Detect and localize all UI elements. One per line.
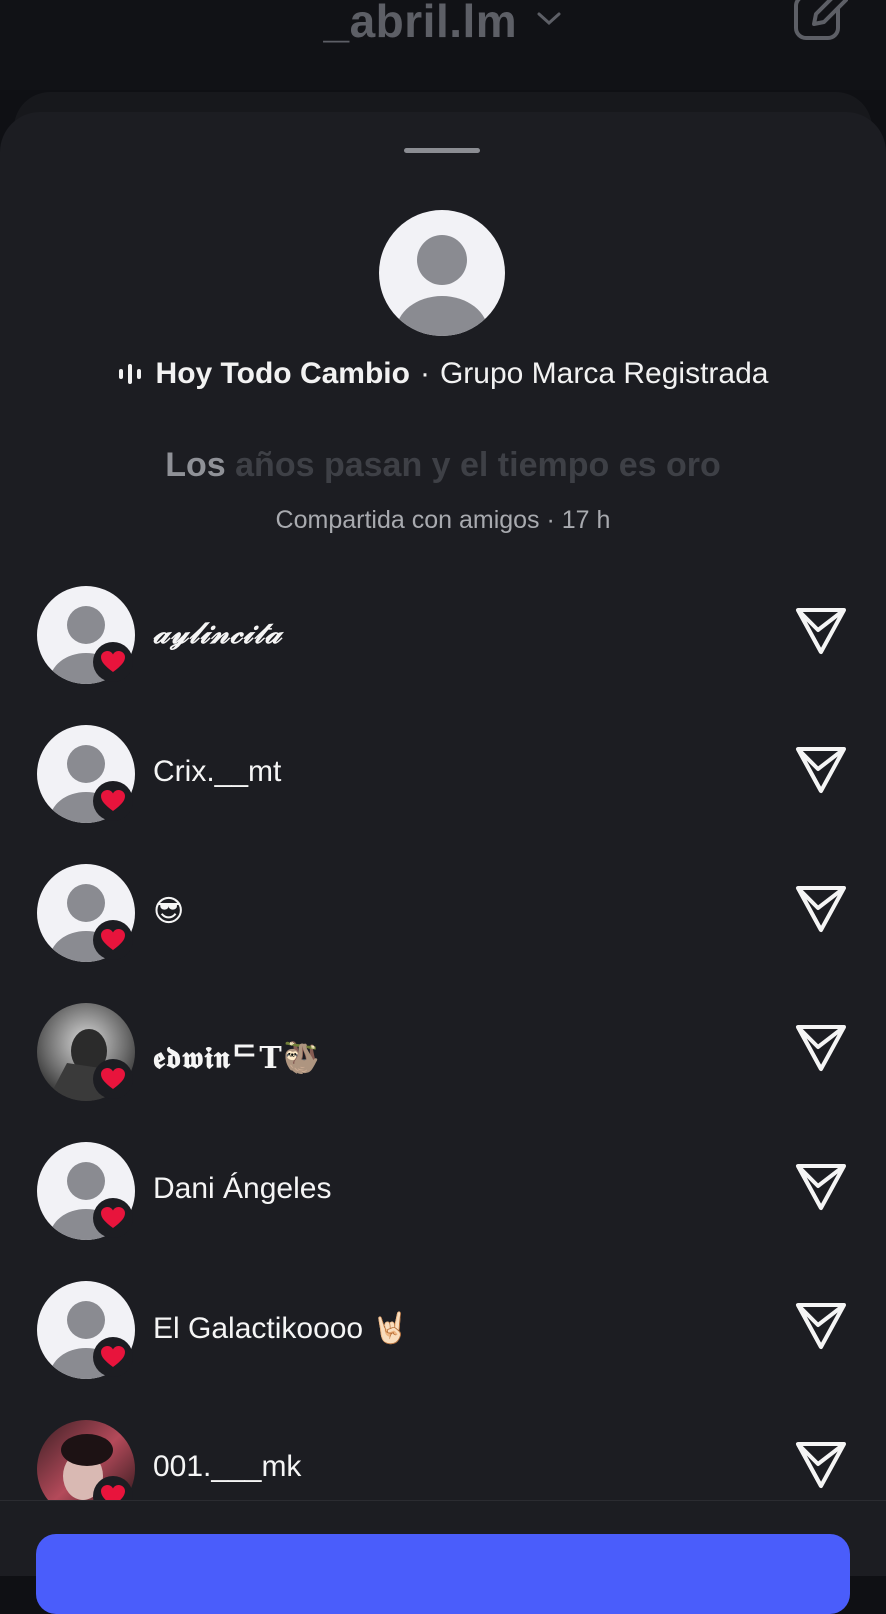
send-icon[interactable]: [794, 1299, 848, 1353]
heart-icon: [93, 642, 133, 682]
avatar[interactable]: [37, 864, 135, 962]
likes-sheet: Hoy Todo Cambio · Grupo Marca Registrada…: [0, 112, 886, 1576]
heart-icon: [93, 781, 133, 821]
shared-with-text: Compartida con amigos · 17 h: [275, 506, 611, 534]
heart-icon: [93, 1198, 133, 1238]
list-item[interactable]: El Galactikoooo 🤘🏻: [0, 1277, 886, 1416]
chevron-down-icon: [537, 12, 561, 25]
username: Crix.__mt: [153, 755, 282, 788]
username: Dani Ángeles: [153, 1172, 332, 1205]
list-item[interactable]: Dani Ángeles: [0, 1138, 886, 1277]
song-separator: ·: [419, 357, 430, 390]
send-icon[interactable]: [794, 1438, 848, 1492]
list-item[interactable]: 𝒶𝓎𝓁𝒾𝓃𝒸𝒾𝓉𝒶: [0, 582, 886, 721]
avatar[interactable]: [37, 586, 135, 684]
drag-handle[interactable]: [404, 148, 480, 153]
username: 001.___mk: [153, 1450, 302, 1483]
list-item[interactable]: 001.___mk: [0, 1416, 886, 1500]
list-item[interactable]: Crix.__mt: [0, 721, 886, 860]
song-title: Hoy Todo Cambio: [155, 357, 410, 390]
list-item[interactable]: 😎: [0, 860, 886, 999]
account-name: _abril.lm: [323, 0, 518, 47]
avatar[interactable]: [37, 1420, 135, 1500]
username: 𝒶𝓎𝓁𝒾𝓃𝒸𝒾𝓉𝒶: [153, 616, 283, 651]
send-icon[interactable]: [794, 604, 848, 658]
primary-action-button[interactable]: [36, 1534, 850, 1614]
heart-icon: [93, 1337, 133, 1377]
avatar[interactable]: [37, 1142, 135, 1240]
heart-icon: [93, 1059, 133, 1099]
send-icon[interactable]: [794, 882, 848, 936]
list-item[interactable]: 𝖊𝖉𝖜𝖎𝖓ᄃT🦥: [0, 999, 886, 1138]
send-icon[interactable]: [794, 1021, 848, 1075]
equalizer-icon: [118, 364, 141, 384]
lyric-upcoming: años pasan y el tiempo es oro: [235, 446, 721, 484]
avatar[interactable]: [37, 1003, 135, 1101]
song-artist: Grupo Marca Registrada: [439, 357, 769, 390]
account-switcher[interactable]: _abril.lm: [0, 0, 886, 48]
profile-avatar[interactable]: [379, 210, 505, 336]
username: 𝖊𝖉𝖜𝖎𝖓ᄃT🦥: [153, 1041, 321, 1076]
song-info[interactable]: Hoy Todo Cambio · Grupo Marca Registrada: [0, 352, 886, 396]
lyric-active-word: Los: [165, 446, 226, 484]
username: El Galactikoooo 🤘🏻: [153, 1312, 409, 1345]
avatar[interactable]: [37, 1281, 135, 1379]
top-bar: _abril.lm: [0, 0, 886, 90]
lyric-line: Los años pasan y el tiempo es oro: [0, 446, 886, 485]
send-icon[interactable]: [794, 743, 848, 797]
likes-list: 𝒶𝓎𝓁𝒾𝓃𝒸𝒾𝓉𝒶 Crix.__mt 😎 𝖊𝖉𝖜𝖎𝖓ᄃT🦥 Dani Ánge…: [0, 582, 886, 1500]
compose-icon[interactable]: [792, 0, 848, 44]
send-icon[interactable]: [794, 1160, 848, 1214]
heart-icon: [93, 920, 133, 960]
divider: [0, 1500, 886, 1501]
username: 😎: [153, 895, 185, 928]
avatar[interactable]: [37, 725, 135, 823]
